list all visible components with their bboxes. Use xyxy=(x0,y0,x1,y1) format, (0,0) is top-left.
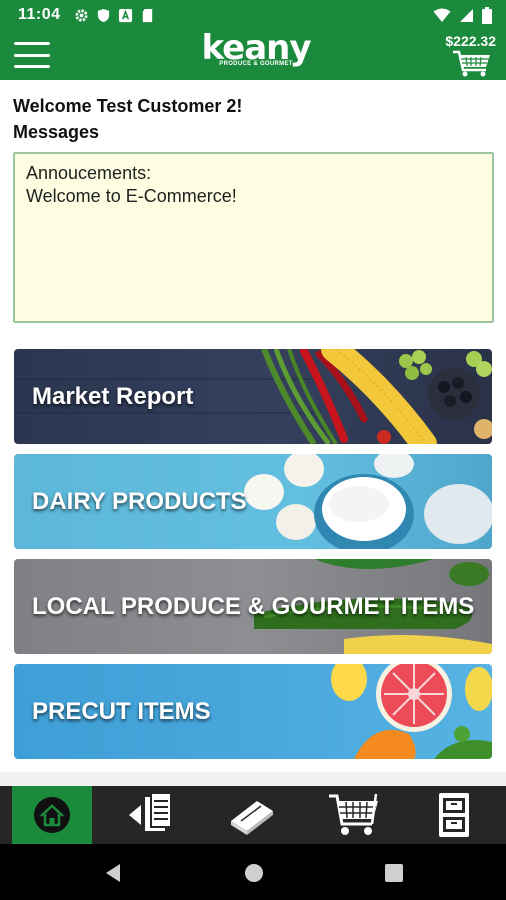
tile-precut-items[interactable]: PRECUT ITEMS xyxy=(14,664,492,759)
gear-icon xyxy=(74,8,89,23)
system-nav-bar xyxy=(0,844,506,900)
tab-catalog[interactable] xyxy=(212,786,292,844)
bottom-tab-bar xyxy=(0,786,506,844)
menu-bar xyxy=(14,53,50,57)
message-line: Welcome to E-Commerce! xyxy=(26,186,237,206)
status-time: 11:04 xyxy=(18,6,61,23)
catalog-book-icon xyxy=(231,801,273,835)
welcome-text: Welcome Test Customer 2! xyxy=(13,96,243,116)
cart-icon xyxy=(329,793,378,835)
messages-box[interactable]: Annoucements: Welcome to E-Commerce! xyxy=(13,152,494,323)
cart-total[interactable]: $222.32 xyxy=(445,33,496,49)
header-cart-icon[interactable] xyxy=(452,50,492,83)
sd-card-icon xyxy=(140,8,155,23)
home-icon xyxy=(34,797,70,833)
tab-orders[interactable] xyxy=(112,786,192,844)
tile-label: DAIRY PRODUCTS xyxy=(32,487,247,515)
shield-icon xyxy=(96,8,111,23)
tile-label: PRECUT ITEMS xyxy=(32,697,211,725)
tile-label: LOCAL PRODUCE & GOURMET ITEMS xyxy=(32,592,475,620)
tile-label: Market Report xyxy=(32,382,194,410)
tab-cart[interactable] xyxy=(314,786,394,844)
tile-local-produce[interactable]: LOCAL PRODUCE & GOURMET ITEMS xyxy=(14,559,492,654)
tile-dairy-products[interactable]: DAIRY PRODUCTS xyxy=(14,454,492,549)
recents-icon[interactable] xyxy=(383,862,405,884)
home-circle-icon[interactable] xyxy=(243,862,265,884)
order-list-icon xyxy=(129,792,172,831)
menu-bar xyxy=(14,42,50,45)
tile-market-report[interactable]: Market Report xyxy=(14,349,492,444)
a-badge-icon xyxy=(118,8,133,23)
signal-icon xyxy=(459,8,474,28)
wifi-icon xyxy=(433,8,451,28)
battery-icon xyxy=(482,7,492,29)
brand-logo[interactable]: keany PRODUCE & GOURMET xyxy=(196,28,316,76)
app-header: 11:04 keany PRODUCE & GOURMET $222.32 xyxy=(0,0,506,80)
menu-button[interactable] xyxy=(14,42,50,68)
menu-bar xyxy=(14,65,50,68)
tab-cabinet[interactable] xyxy=(414,786,494,844)
messages-heading: Messages xyxy=(13,122,100,142)
content-divider xyxy=(0,772,506,786)
tab-home[interactable] xyxy=(12,786,92,844)
cabinet-icon xyxy=(439,793,469,837)
back-icon[interactable] xyxy=(102,862,124,884)
message-line: Annoucements: xyxy=(26,163,152,183)
